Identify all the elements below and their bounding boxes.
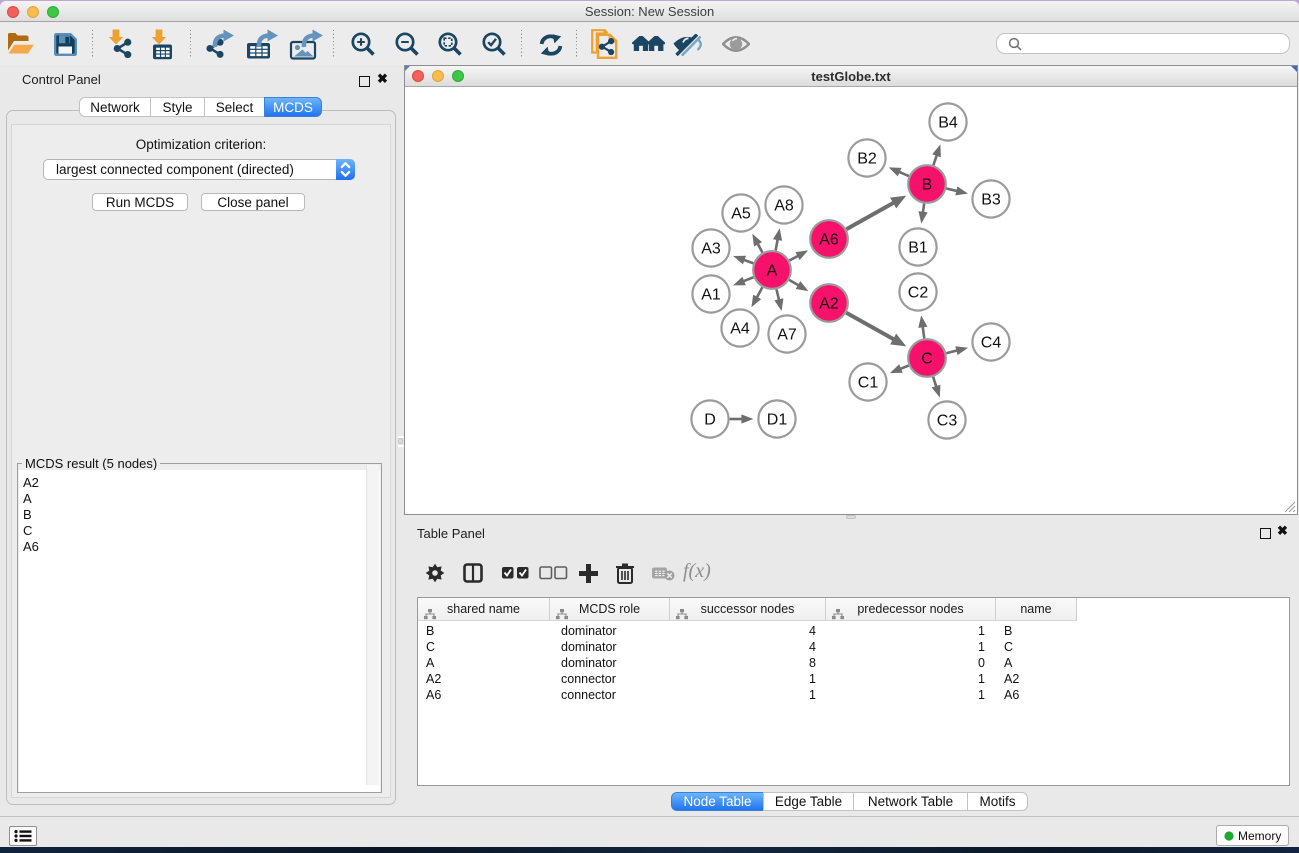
svg-text:D1: D1 bbox=[767, 412, 788, 429]
svg-text:A4: A4 bbox=[730, 321, 750, 338]
svg-text:C1: C1 bbox=[858, 375, 879, 392]
svg-text:C2: C2 bbox=[908, 285, 929, 302]
svg-text:C3: C3 bbox=[937, 413, 958, 430]
svg-text:C4: C4 bbox=[981, 335, 1002, 352]
svg-text:A1: A1 bbox=[701, 287, 721, 304]
svg-text:A7: A7 bbox=[777, 327, 797, 344]
svg-text:A8: A8 bbox=[774, 198, 794, 215]
svg-text:A6: A6 bbox=[819, 232, 839, 249]
svg-text:A: A bbox=[767, 263, 778, 280]
svg-text:C: C bbox=[921, 351, 933, 368]
svg-text:B4: B4 bbox=[938, 115, 958, 132]
svg-text:B: B bbox=[922, 177, 933, 194]
svg-text:A2: A2 bbox=[819, 296, 839, 313]
svg-text:A5: A5 bbox=[731, 206, 751, 223]
svg-text:A3: A3 bbox=[701, 241, 721, 258]
svg-text:B2: B2 bbox=[857, 151, 877, 168]
svg-text:B3: B3 bbox=[981, 192, 1001, 209]
svg-text:B1: B1 bbox=[908, 240, 928, 257]
svg-text:D: D bbox=[704, 412, 716, 429]
